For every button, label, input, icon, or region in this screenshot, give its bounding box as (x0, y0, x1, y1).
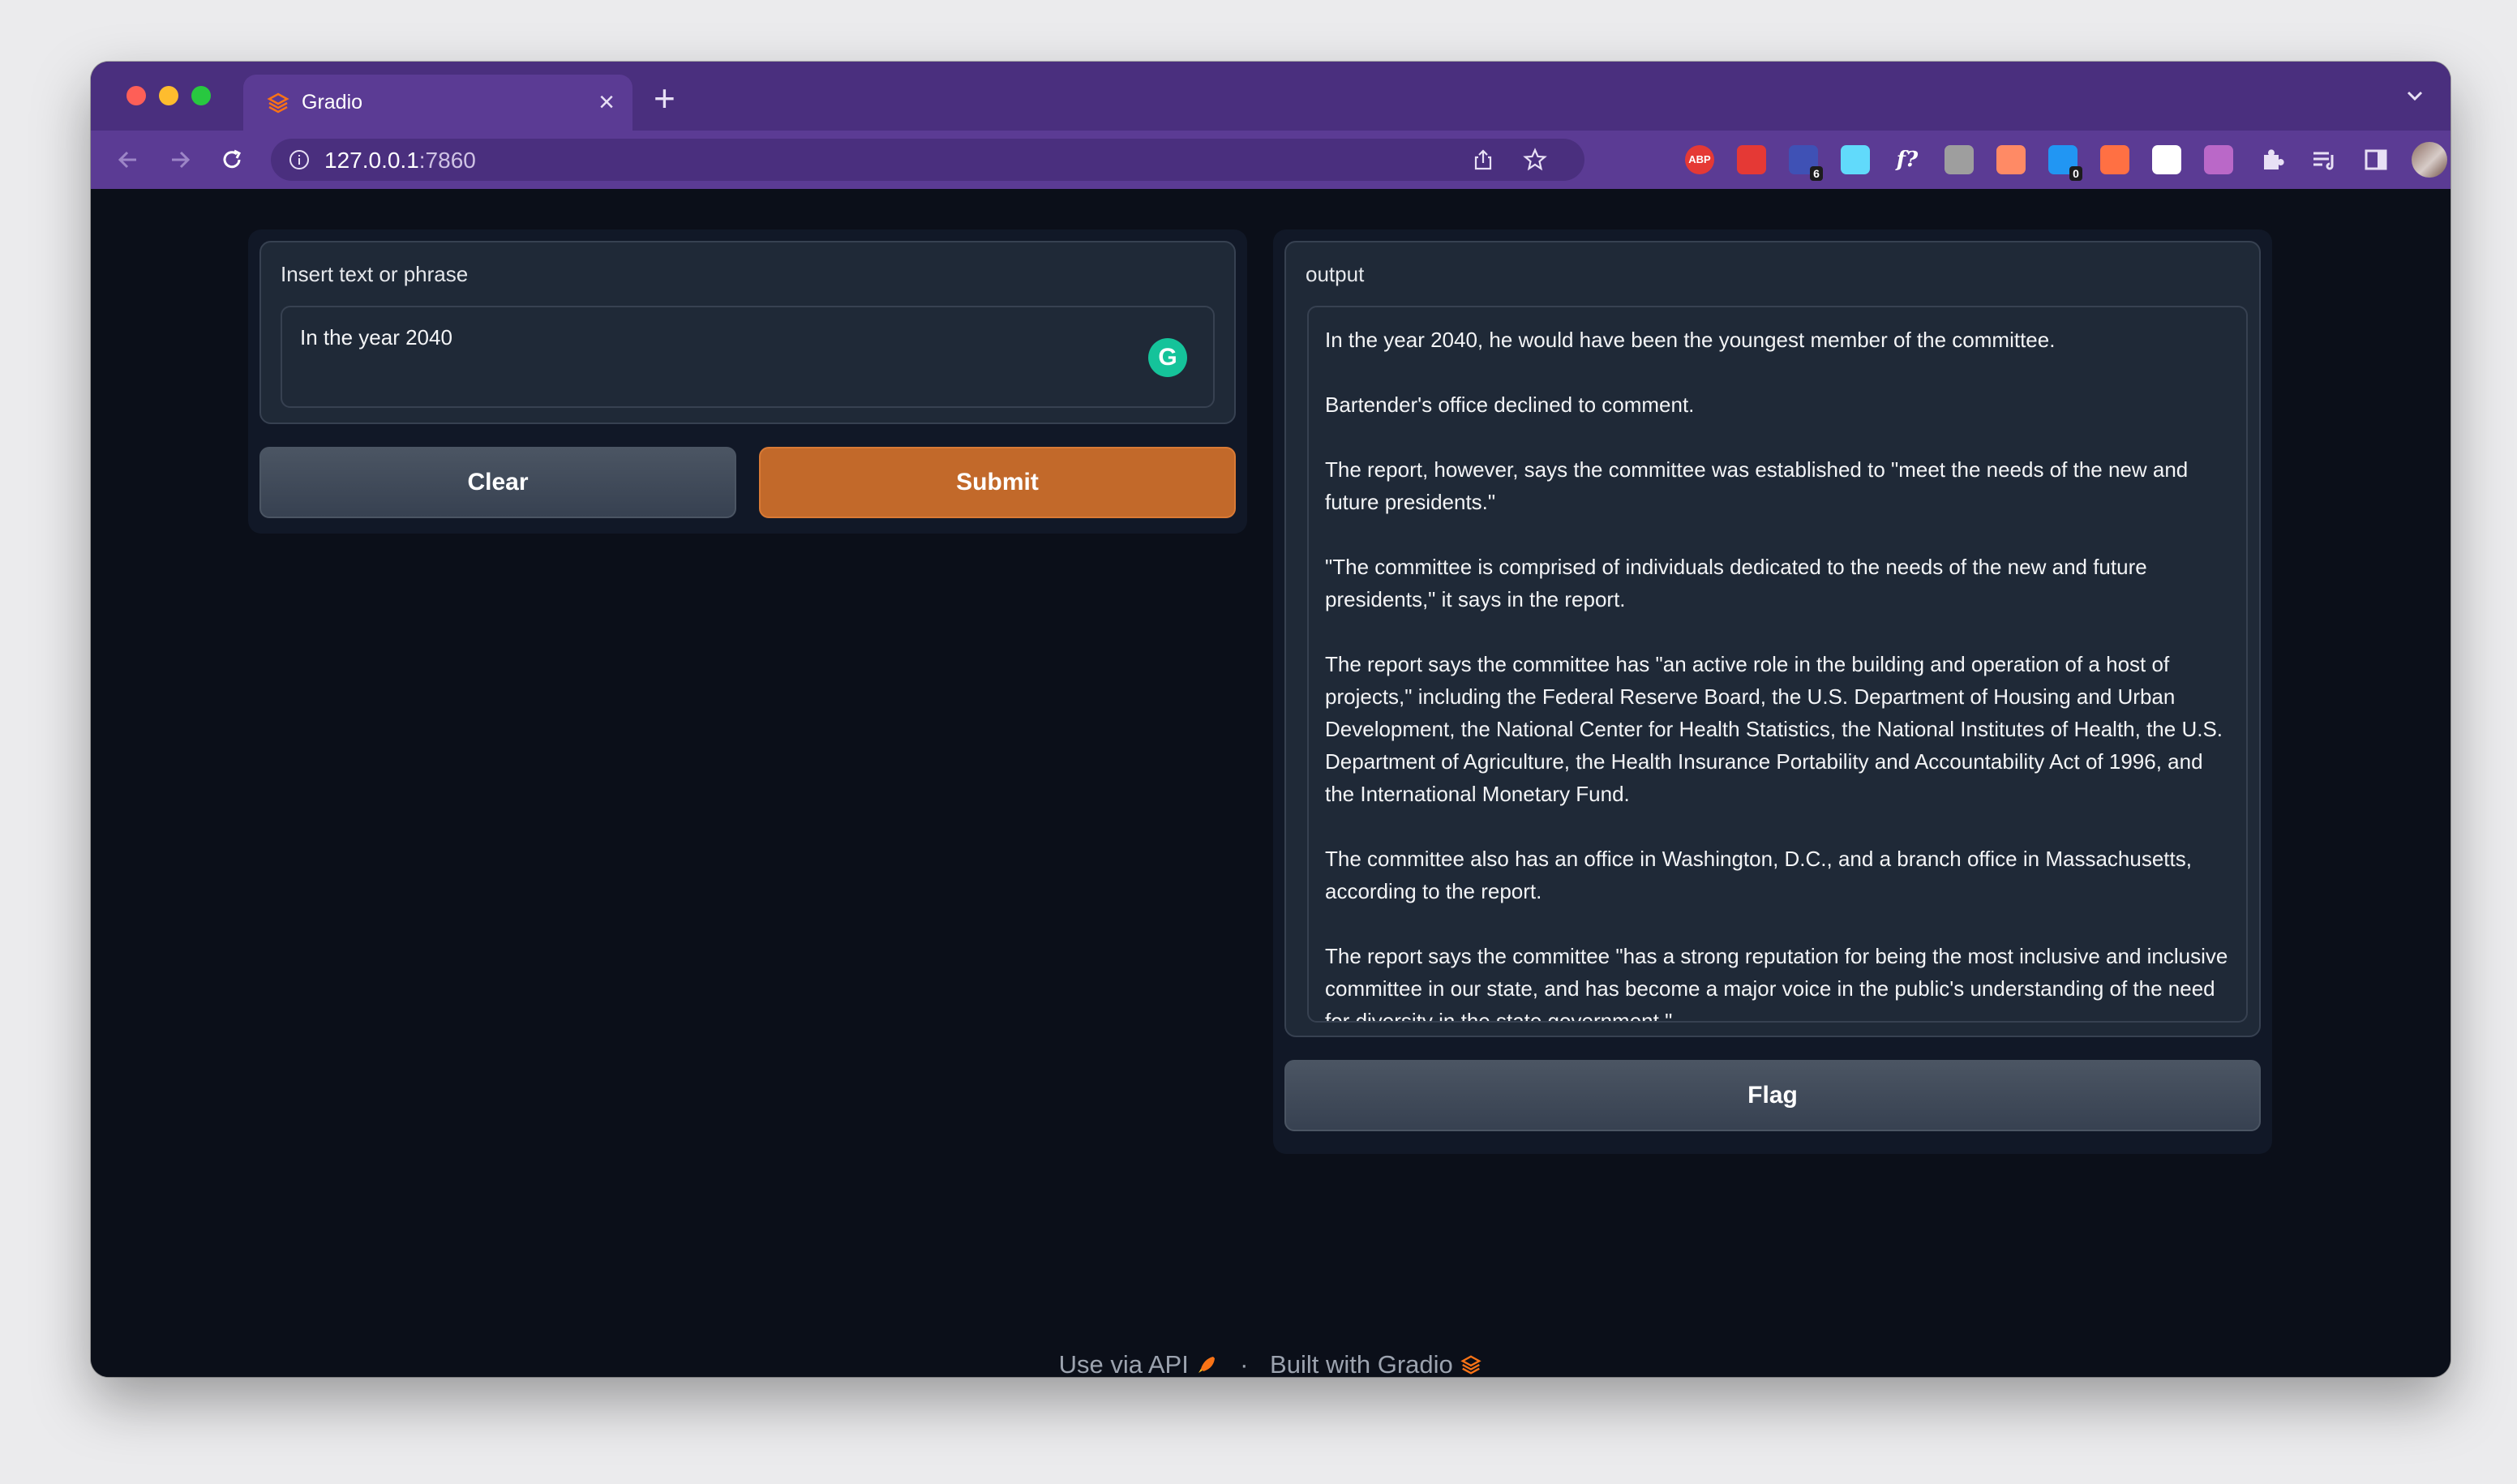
flag-button[interactable]: Flag (1284, 1060, 2261, 1131)
input-column: Insert text or phrase In the year 2040 G… (248, 229, 1247, 534)
tab-title: Gradio (302, 91, 363, 114)
back-arrow-icon[interactable] (114, 145, 143, 174)
input-textarea[interactable]: In the year 2040 G (281, 306, 1215, 408)
rocket-icon (1198, 1356, 1216, 1373)
moon-extension-icon[interactable] (2204, 145, 2233, 174)
new-tab-button[interactable]: + (654, 79, 675, 117)
clear-button[interactable]: Clear (259, 447, 736, 518)
input-value: In the year 2040 (300, 325, 452, 350)
output-paragraph: The committee also has an office in Wash… (1325, 847, 2192, 903)
share-icon[interactable] (1471, 148, 1495, 172)
extension-badge: 0 (2069, 166, 2082, 181)
close-window-button[interactable] (126, 86, 146, 105)
output-column: output In the year 2040, he would have b… (1273, 229, 2272, 1154)
extension-label: ABP (1688, 153, 1711, 165)
react-devtools-icon[interactable] (1841, 145, 1870, 174)
adblock-plus-icon[interactable]: ABP (1685, 145, 1714, 174)
reading-list-icon[interactable] (2309, 145, 2339, 174)
tab-strip: Gradio × + (91, 62, 2451, 131)
extension-badge: 6 (1810, 166, 1823, 181)
output-paragraph: The report says the committee "has a str… (1325, 944, 2228, 1023)
formula-extension-icon[interactable]: f? (1893, 145, 1922, 174)
output-textarea[interactable]: In the year 2040, he would have been the… (1307, 306, 2248, 1023)
bookmark-star-icon[interactable] (1523, 148, 1547, 172)
output-paragraph: The report says the committee has "an ac… (1325, 652, 2223, 806)
output-text: In the year 2040, he would have been the… (1309, 307, 2246, 1023)
translate-extension-icon[interactable] (1945, 145, 1974, 174)
close-tab-icon[interactable]: × (598, 86, 615, 118)
profile-avatar[interactable] (2412, 142, 2447, 178)
output-paragraph: "The committee is comprised of individua… (1325, 555, 2147, 611)
megaphone-extension-icon[interactable] (1996, 145, 2026, 174)
chevron-down-icon[interactable] (2403, 84, 2426, 107)
site-info-icon[interactable] (289, 149, 310, 170)
output-paragraph: In the year 2040, he would have been the… (1325, 328, 2056, 352)
footer-separator: · (1240, 1349, 1249, 1377)
output-label: output (1306, 262, 1365, 286)
minimize-window-button[interactable] (159, 86, 178, 105)
gradio-logo-icon (267, 92, 289, 114)
forward-arrow-icon[interactable] (165, 145, 195, 174)
tab-gradio[interactable]: Gradio × (243, 75, 632, 131)
input-label: Insert text or phrase (281, 262, 469, 286)
output-paragraph: Bartender's office declined to comment. (1325, 392, 1695, 417)
address-bar[interactable]: 127.0.0.1:7860 (271, 139, 1584, 181)
maximize-window-button[interactable] (191, 86, 211, 105)
extension-label: f? (1896, 148, 1919, 172)
bitwarden-icon[interactable]: 0 (2048, 145, 2082, 181)
output-paragraph: The report, however, says the committee … (1325, 457, 2189, 514)
input-block: Insert text or phrase In the year 2040 G (259, 241, 1236, 424)
side-panel-icon[interactable] (2361, 145, 2391, 174)
output-block: output In the year 2040, he would have b… (1284, 241, 2261, 1037)
fire-extension-icon[interactable] (2100, 145, 2129, 174)
gradio-logo-icon (1460, 1355, 1482, 1375)
puzzle-piece-icon[interactable] (2258, 145, 2287, 174)
submit-button[interactable]: Submit (759, 447, 1236, 518)
use-via-api-link[interactable]: Use via API (1059, 1350, 1189, 1377)
reload-icon[interactable] (217, 145, 247, 174)
browser-window: Gradio × + 127.0.0.1:7860 ABP 6 f? 0 Ins… (91, 62, 2451, 1377)
browser-toolbar: 127.0.0.1:7860 ABP 6 f? 0 (91, 131, 2451, 189)
url-text: 127.0.0.1:7860 (324, 148, 476, 173)
diamond-extension-icon[interactable]: 6 (1789, 145, 1823, 181)
picture-in-picture-icon[interactable] (2152, 145, 2181, 174)
footer: Use via API · Built with Gradio (91, 1349, 2451, 1377)
gradio-app: Insert text or phrase In the year 2040 G… (91, 189, 2451, 1377)
lock-extension-icon[interactable] (1737, 145, 1766, 174)
grammarly-icon[interactable]: G (1148, 338, 1187, 377)
built-with-gradio-link[interactable]: Built with Gradio (1270, 1350, 1453, 1377)
